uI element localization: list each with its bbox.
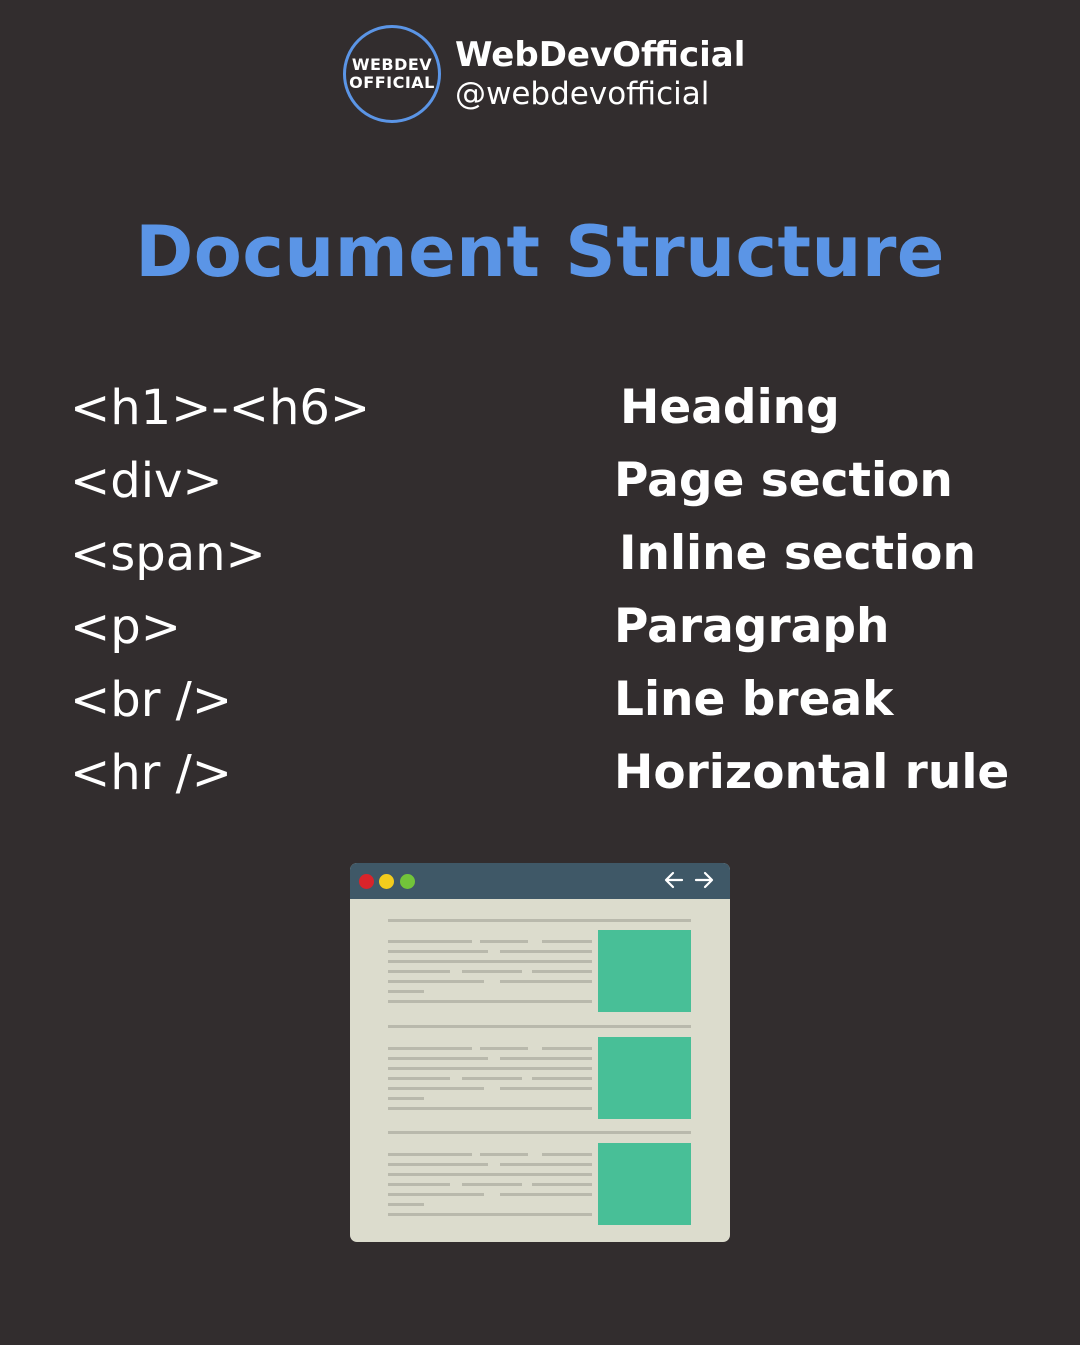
browser-window-illustration — [350, 863, 730, 1242]
list-item: <span> Inline section — [0, 518, 1080, 591]
content-block-2 — [388, 1025, 691, 1119]
nav-arrows — [662, 868, 716, 892]
image-placeholder — [598, 1037, 691, 1119]
brand-name: WebDevOfficial — [455, 35, 746, 75]
tag-code: <span> — [70, 526, 266, 582]
tag-description: Inline section — [619, 526, 976, 581]
page-title: Document Structure — [135, 211, 945, 293]
list-item: <br /> Line break — [0, 664, 1080, 737]
tag-list: <h1>-<h6> Heading <div> Page section <sp… — [0, 372, 1080, 810]
logo-line1: WEBDEV — [351, 55, 433, 74]
back-arrow-icon — [664, 871, 684, 889]
tag-description: Line break — [614, 672, 894, 727]
tag-code: <br /> — [70, 672, 233, 728]
tag-description: Horizontal rule — [614, 745, 1010, 800]
image-placeholder — [598, 1143, 691, 1225]
tag-code: <h1>-<h6> — [70, 380, 371, 436]
tag-code: <p> — [70, 599, 181, 655]
page-content-illustration — [388, 919, 691, 1225]
list-item: <p> Paragraph — [0, 591, 1080, 664]
brand-logo: WEBDEV OFFICIAL — [343, 25, 441, 123]
list-item: <h1>-<h6> Heading — [0, 372, 1080, 445]
tag-description: Page section — [614, 453, 953, 508]
content-block-1 — [388, 919, 691, 1012]
brand-text: WebDevOfficial @webdevofficial — [455, 35, 745, 113]
content-block-3 — [388, 1131, 691, 1225]
logo-line2: OFFICIAL — [349, 73, 435, 92]
tag-code: <div> — [70, 453, 223, 509]
minimize-dot-icon — [379, 874, 394, 889]
brand-handle: @webdevofficial — [455, 76, 710, 112]
image-placeholder — [598, 930, 691, 1012]
tag-description: Heading — [620, 380, 840, 435]
close-dot-icon — [359, 874, 374, 889]
browser-title-bar — [350, 863, 730, 899]
list-item: <hr /> Horizontal rule — [0, 737, 1080, 810]
list-item: <div> Page section — [0, 445, 1080, 518]
forward-arrow-icon — [694, 871, 714, 889]
tag-description: Paragraph — [614, 599, 890, 654]
maximize-dot-icon — [400, 874, 415, 889]
tag-code: <hr /> — [70, 745, 233, 801]
brand-header: WEBDEV OFFICIAL WebDevOfficial @webdevof… — [343, 22, 745, 126]
